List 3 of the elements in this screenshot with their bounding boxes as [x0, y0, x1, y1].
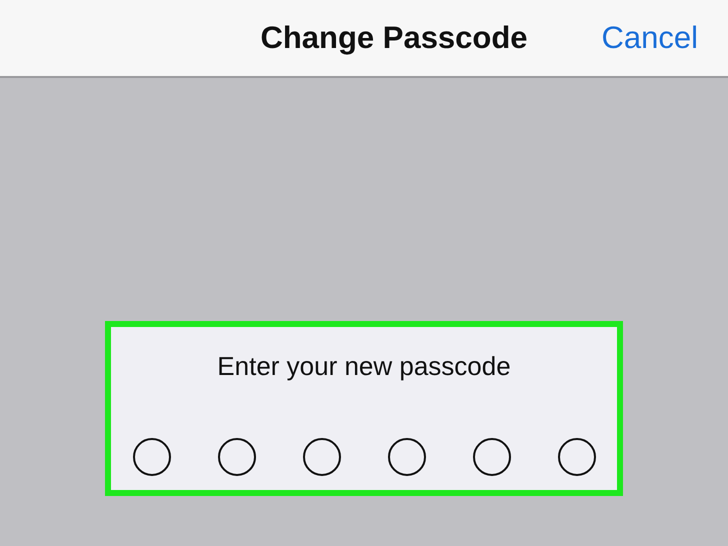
cancel-button[interactable]: Cancel: [602, 20, 698, 56]
passcode-prompt: Enter your new passcode: [217, 351, 511, 382]
screen-title: Change Passcode: [259, 20, 528, 56]
